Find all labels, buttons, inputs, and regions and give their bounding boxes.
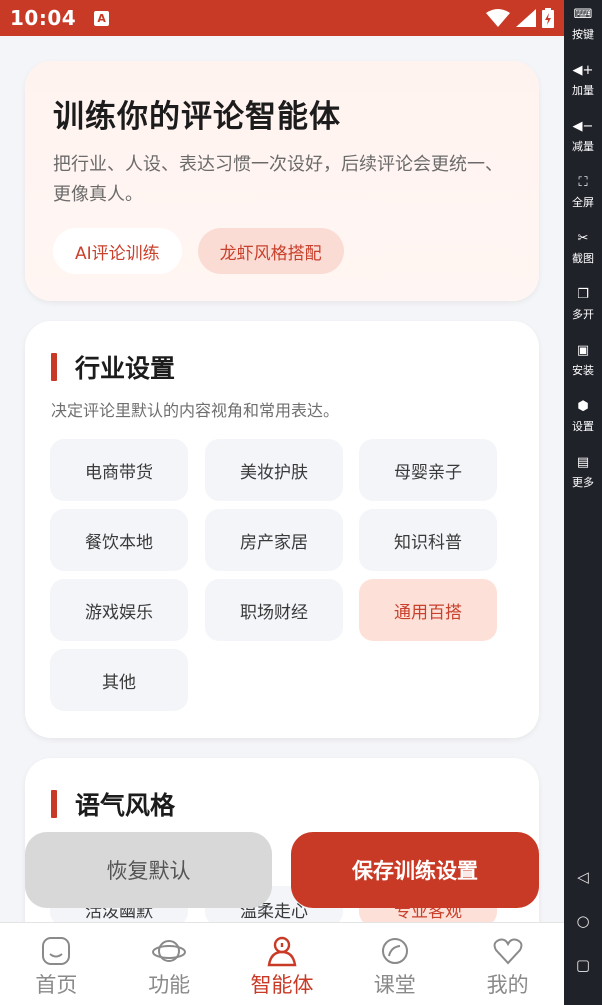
tool-screenshot[interactable]: ✂ 截图 xyxy=(564,230,602,266)
wifi-icon xyxy=(486,9,510,27)
industry-card: 行业设置 决定评论里默认的内容视角和常用表达。 电商带货 美妆护肤 母婴亲子 餐… xyxy=(25,321,539,738)
industry-desc: 决定评论里默认的内容视角和常用表达。 xyxy=(51,401,340,420)
apk-icon: ▣ xyxy=(576,343,590,358)
tool-multi-open[interactable]: ❐ 多开 xyxy=(564,286,602,322)
style-match-chip[interactable]: 龙虾风格搭配 xyxy=(197,228,344,274)
app-content: 训练你的评论智能体 把行业、人设、表达习惯一次设好，后续评论会更统一、更像真人。… xyxy=(0,36,564,1005)
industry-option[interactable]: 知识科普 xyxy=(359,509,497,571)
battery-icon xyxy=(542,8,554,28)
section-accent-bar xyxy=(51,353,57,381)
hero-title: 训练你的评论智能体 xyxy=(53,99,341,135)
tool-more[interactable]: ▤ 更多 xyxy=(564,454,602,490)
more-icon: ▤ xyxy=(576,455,590,470)
industry-option[interactable]: 餐饮本地 xyxy=(50,509,188,571)
volume-down-icon: ◀− xyxy=(572,119,594,134)
tool-settings[interactable]: ⬢ 设置 xyxy=(564,398,602,434)
nav-class[interactable]: 课堂 xyxy=(338,923,451,1005)
status-bar: 10:04 A xyxy=(0,0,564,36)
ai-training-chip[interactable]: AI评论训练 xyxy=(53,228,182,274)
nav-features[interactable]: 功能 xyxy=(113,923,226,1005)
notification-a-icon: A xyxy=(94,10,110,26)
hero-card: 训练你的评论智能体 把行业、人设、表达习惯一次设好，后续评论会更统一、更像真人。… xyxy=(25,61,539,301)
fullscreen-icon: ⛶ xyxy=(578,175,588,190)
heart-icon xyxy=(493,938,523,965)
back-nav-icon[interactable]: ◁ xyxy=(564,868,602,886)
planet-icon xyxy=(152,940,187,962)
class-icon xyxy=(381,938,408,964)
agent-icon xyxy=(267,936,297,967)
hero-subtitle: 把行业、人设、表达习惯一次设好，后续评论会更统一、更像真人。 xyxy=(53,154,503,205)
gear-icon: ⬢ xyxy=(577,399,589,414)
bottom-nav: 首页 功能 智能体 课堂 我的 xyxy=(0,922,564,1005)
industry-option[interactable]: 电商带货 xyxy=(50,439,188,501)
industry-option-selected[interactable]: 通用百搭 xyxy=(359,579,497,641)
tool-install[interactable]: ▣ 安装 xyxy=(564,342,602,378)
recents-nav-icon[interactable]: ▢ xyxy=(564,956,602,974)
industry-option[interactable]: 美妆护肤 xyxy=(205,439,343,501)
industry-title: 行业设置 xyxy=(75,354,176,383)
tool-keys[interactable]: ⌨ 按键 xyxy=(564,6,602,42)
keyboard-icon: ⌨ xyxy=(573,7,593,22)
scissors-icon: ✂ xyxy=(577,231,589,246)
industry-option[interactable]: 房产家居 xyxy=(205,509,343,571)
home-nav-icon[interactable]: ○ xyxy=(564,912,602,930)
volume-up-icon: ◀+ xyxy=(572,63,594,78)
emulator-tool-panel: ⌨ 按键 ◀+ 加量 ◀− 减量 ⛶ 全屏 ✂ 截图 ❐ 多开 ▣ 安装 ⬢ 设… xyxy=(564,0,602,1005)
reset-default-button[interactable]: 恢复默认 xyxy=(25,832,272,908)
multi-window-icon: ❐ xyxy=(577,287,589,302)
save-settings-button[interactable]: 保存训练设置 xyxy=(291,832,539,908)
section-accent-bar xyxy=(51,790,57,818)
nav-home[interactable]: 首页 xyxy=(0,923,113,1005)
nav-mine[interactable]: 我的 xyxy=(451,923,564,1005)
home-icon xyxy=(42,937,71,965)
tool-fullscreen[interactable]: ⛶ 全屏 xyxy=(564,174,602,210)
industry-option[interactable]: 职场财经 xyxy=(205,579,343,641)
status-time: 10:04 xyxy=(10,6,77,30)
signal-icon xyxy=(516,9,536,27)
tool-volume-down[interactable]: ◀− 减量 xyxy=(564,118,602,154)
tool-volume-up[interactable]: ◀+ 加量 xyxy=(564,62,602,98)
industry-option[interactable]: 游戏娱乐 xyxy=(50,579,188,641)
industry-option[interactable]: 母婴亲子 xyxy=(359,439,497,501)
industry-option[interactable]: 其他 xyxy=(50,649,188,711)
nav-agent[interactable]: 智能体 xyxy=(226,923,339,1005)
tone-title: 语气风格 xyxy=(75,791,176,820)
